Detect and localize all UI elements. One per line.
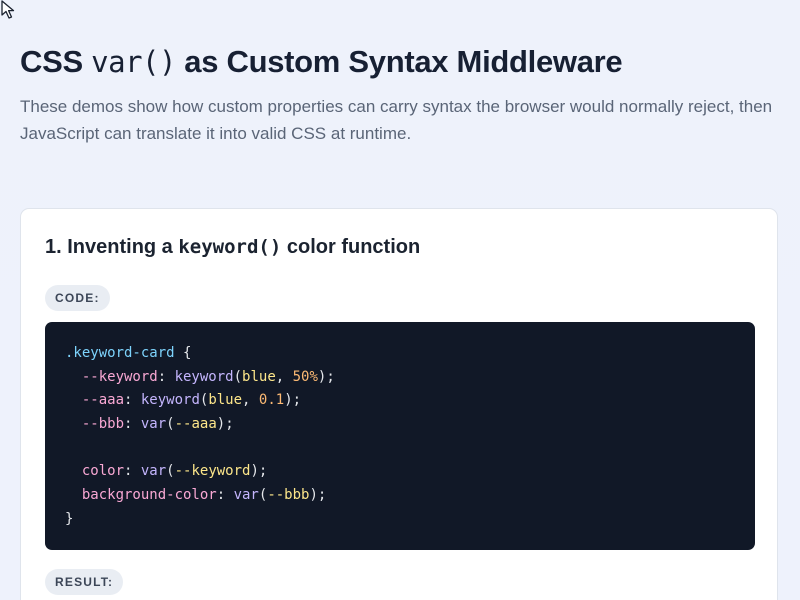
page-title-code: var()	[91, 45, 176, 79]
code-line-color: color: var(--keyword);	[81, 463, 268, 480]
code-line-aaa: --aaa: keyword(blue, 0.1);	[81, 392, 302, 409]
code-block[interactable]: .keyword-card { --keyword: keyword(blue,…	[45, 322, 755, 550]
code-line-close: }	[65, 510, 74, 527]
result-label-badge: RESULT:	[45, 569, 124, 595]
code-line-background: background-color: var(--bbb);	[81, 487, 327, 504]
demo-card-keyword: 1. Inventing a keyword() color function …	[20, 208, 778, 600]
section-title: 1. Inventing a keyword() color function	[45, 236, 421, 258]
mouse-pointer-icon	[1, 0, 15, 19]
code-label-badge: CODE:	[45, 285, 110, 311]
page-title: CSS var() as Custom Syntax Middleware	[20, 44, 623, 79]
code-line-bbb: --bbb: var(--aaa);	[81, 416, 234, 433]
code-line-keyword: --keyword: keyword(blue, 50%);	[81, 368, 335, 385]
code-line-selector: .keyword-card {	[65, 345, 192, 361]
intro-text: These demos show how custom properties c…	[20, 97, 773, 143]
section-title-code: keyword()	[178, 236, 282, 258]
